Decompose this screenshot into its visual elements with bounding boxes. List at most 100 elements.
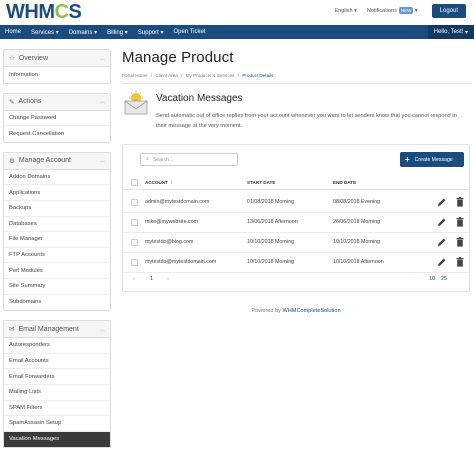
panel-header-overview[interactable]: ☆ Overview ︿ xyxy=(4,50,110,67)
column-end-date[interactable]: END DATE xyxy=(333,180,356,185)
chevron-up-icon: ︿ xyxy=(99,158,105,165)
main-nav: Home Services ▾ Domains ▾ Billing ▾ Supp… xyxy=(0,25,474,39)
table-row: mytestdo@mytestdomain.com 10/10/2018 Mor… xyxy=(123,253,469,273)
sidebar-item-addon-domains[interactable]: Addon Domains xyxy=(4,170,110,186)
nav-services[interactable]: Services ▾ xyxy=(26,29,64,36)
delete-trash-icon[interactable] xyxy=(456,257,464,267)
footer: Powered by WHMCompleteSolution xyxy=(251,308,341,314)
caret-down-icon: ▾ xyxy=(414,8,418,14)
messages-table-card: ⌕ Search... + Create Message ACCOUNT ↑ STA… xyxy=(122,144,470,292)
row-checkbox[interactable] xyxy=(131,239,138,246)
caret-down-icon: ▾ xyxy=(464,29,468,36)
end-date-cell: 08/08/2018 Evening xyxy=(333,199,381,205)
sidebar-item-email-accounts[interactable]: Email Accounts xyxy=(4,354,110,370)
breadcrumb-my-products[interactable]: My Products & Services xyxy=(186,73,235,78)
table-row: mike@mywebsite.com 13/06/2018 Afternoon … xyxy=(123,213,469,233)
sidebar-item-applications[interactable]: Applications xyxy=(4,185,110,201)
logout-button[interactable]: Logout xyxy=(431,4,466,18)
sidebar-item-databases[interactable]: Databases xyxy=(4,217,110,233)
sidebar-item-spam-filters[interactable]: SPAM Filters xyxy=(4,401,110,417)
breadcrumb: Portal Home / Client Area / My Products … xyxy=(122,73,472,84)
plus-icon: + xyxy=(405,155,410,164)
section-description: Send automatic out of office replies fro… xyxy=(156,113,457,129)
sidebar-item-mailing-lists[interactable]: Mailing Lists xyxy=(4,385,110,401)
account-menu[interactable]: Hello, Test! ▾ xyxy=(427,25,474,39)
notifications-link[interactable]: Notifications NEW ▾ xyxy=(367,7,418,14)
page-size-10[interactable]: 10 xyxy=(429,276,435,282)
sidebar-item-vacation-messages[interactable]: Vacation Messages xyxy=(4,431,110,448)
star-icon: ☆ xyxy=(9,55,15,62)
edit-pencil-icon[interactable] xyxy=(437,217,447,227)
caret-down-icon: ▾ xyxy=(160,29,164,36)
sidebar-item-information[interactable]: Information xyxy=(4,67,110,83)
next-page-button[interactable]: › xyxy=(167,276,169,282)
page-size-25[interactable]: 25 xyxy=(441,276,447,282)
panel-header-email-management[interactable]: ✉ Email Management ︿ xyxy=(4,321,110,339)
prev-page-button[interactable]: ‹ xyxy=(133,276,135,282)
table-row: admin@mytestdomain.com 01/08/2018 Mornin… xyxy=(123,193,469,213)
sidebar-item-spamassasin-setup[interactable]: SpamAssasin Setup xyxy=(4,416,110,432)
sidebar-item-file-manager[interactable]: File Manager xyxy=(4,232,110,248)
sidebar-item-perl-modules[interactable]: Perl Modules xyxy=(4,263,110,279)
start-date-cell: 13/06/2018 Afternoon xyxy=(247,219,298,225)
edit-pencil-icon[interactable] xyxy=(437,257,447,267)
end-date-cell: 10/10/2018 Morning xyxy=(333,239,381,245)
sidebar-item-subdomains[interactable]: Subdomains xyxy=(4,295,110,311)
section-title: Vacation Messages xyxy=(156,93,243,104)
caret-down-icon: ▾ xyxy=(55,29,59,36)
account-cell: admin@mytestdomain.com xyxy=(145,199,210,205)
edit-pencil-icon[interactable] xyxy=(437,237,447,247)
account-cell: mytestdo@mytestdomain.com xyxy=(145,259,217,265)
delete-trash-icon[interactable] xyxy=(456,197,464,207)
row-checkbox[interactable] xyxy=(131,259,138,266)
delete-trash-icon[interactable] xyxy=(456,237,464,247)
breadcrumb-portal-home[interactable]: Portal Home xyxy=(122,73,148,78)
nav-support[interactable]: Support ▾ xyxy=(133,29,169,36)
caret-down-icon: ▾ xyxy=(124,29,128,36)
top-bar: WHMCS English ▾ Notifications NEW ▾ Logou… xyxy=(0,0,474,24)
edit-pencil-icon[interactable] xyxy=(437,197,447,207)
create-message-button[interactable]: + Create Message xyxy=(400,152,464,167)
column-start-date[interactable]: START DATE xyxy=(247,180,275,185)
vacation-mail-icon xyxy=(124,91,148,115)
end-date-cell: 10/10/2018 Afternoon xyxy=(333,259,384,265)
panel-header-actions[interactable]: ✎ Actions ︿ xyxy=(4,93,110,111)
delete-trash-icon[interactable] xyxy=(456,217,464,227)
start-date-cell: 01/08/2018 Morning xyxy=(247,199,295,205)
account-cell: mike@mywebsite.com xyxy=(145,219,199,225)
language-selector[interactable]: English ▾ xyxy=(335,8,357,14)
sidebar-item-ftp-accounts[interactable]: FTP Accounts xyxy=(4,248,110,264)
account-cell: mytestdo@blog.com xyxy=(145,239,194,245)
sidebar-item-email-forwarders[interactable]: Email Forwarders xyxy=(4,369,110,385)
panel-overview: ☆ Overview ︿ Information xyxy=(3,49,111,84)
nav-home[interactable]: Home xyxy=(0,29,26,35)
nav-open-ticket[interactable]: Open Ticket xyxy=(169,29,211,35)
row-checkbox[interactable] xyxy=(131,199,138,206)
whmcs-logo[interactable]: WHMCS xyxy=(6,1,82,24)
wrench-icon: ✎ xyxy=(9,98,15,106)
sidebar-item-site-summary[interactable]: Site Summary xyxy=(4,279,110,295)
sidebar-item-change-password[interactable]: Change Password xyxy=(4,111,110,127)
sidebar-item-autoresponders[interactable]: Autoresponders xyxy=(4,338,110,354)
nav-billing[interactable]: Billing ▾ xyxy=(102,29,133,36)
chevron-up-icon: ︿ xyxy=(99,326,105,333)
column-account[interactable]: ACCOUNT ↑ xyxy=(145,180,173,185)
search-input[interactable]: ⌕ Search... xyxy=(140,153,238,166)
row-checkbox[interactable] xyxy=(131,219,138,226)
table-header: ACCOUNT ↑ START DATE END DATE xyxy=(123,175,469,190)
nav-domains[interactable]: Domains ▾ xyxy=(64,29,102,36)
panel-manage-account: ⚙ Manage Account ︿ Addon Domains Applicati… xyxy=(3,151,111,312)
envelope-icon: ✉ xyxy=(9,326,15,334)
page-number-1[interactable]: 1 xyxy=(150,276,153,282)
sidebar: ☆ Overview ︿ Information ✎ Actions ︿ Change … xyxy=(3,49,111,457)
sidebar-item-backups[interactable]: Backups xyxy=(4,201,110,217)
panel-header-manage-account[interactable]: ⚙ Manage Account ︿ xyxy=(4,152,110,170)
chevron-up-icon: ︿ xyxy=(99,55,105,62)
main-content: Manage Product Portal Home / Client Area… xyxy=(122,49,472,314)
sidebar-item-request-cancellation[interactable]: Request Cancellation xyxy=(4,126,110,142)
new-badge: NEW xyxy=(398,7,414,14)
select-all-checkbox[interactable] xyxy=(131,179,138,186)
sort-arrow-icon: ↑ xyxy=(170,180,173,185)
footer-link[interactable]: WHMCompleteSolution xyxy=(282,308,340,314)
breadcrumb-client-area[interactable]: Client Area xyxy=(155,73,177,78)
